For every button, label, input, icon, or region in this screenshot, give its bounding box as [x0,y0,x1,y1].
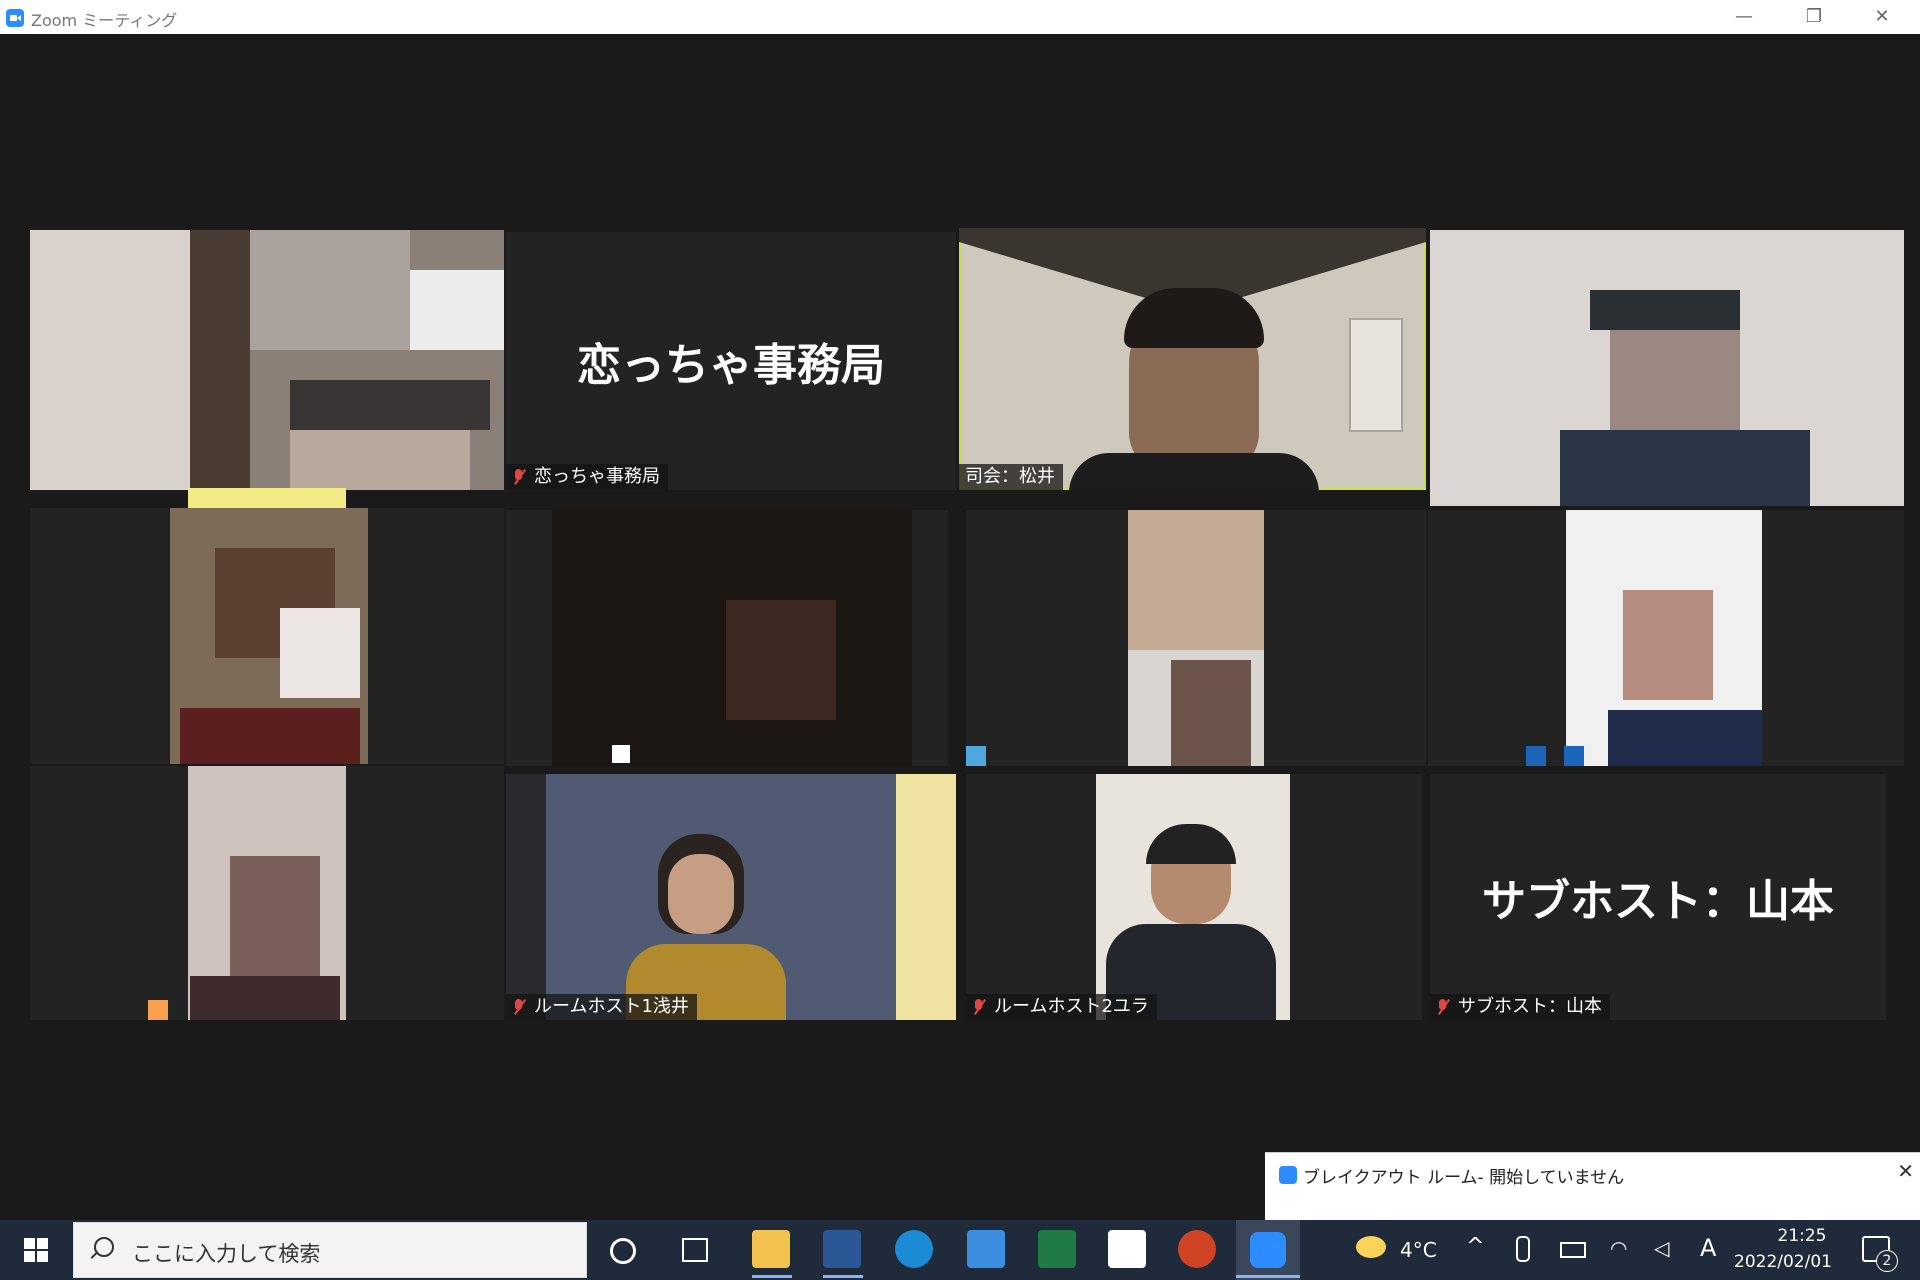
video-tile-9[interactable] [30,766,504,1020]
window-title: Zoom ミーティング [31,11,178,30]
close-icon[interactable]: ✕ [1897,1159,1914,1183]
chevron-up-icon[interactable]: ^ [1466,1234,1484,1259]
file-explorer-icon[interactable] [752,1230,790,1268]
video-gallery: 恋っちゃ事務局 恋っちゃ事務局 司会：松井 ルームホスト1浅井 ルームホスト2ユ… [0,34,1920,1220]
muted-mic-icon [972,998,986,1016]
speaker-icon[interactable]: ◁ [1654,1236,1669,1260]
zoom-app-icon [6,9,24,27]
zoom-app-icon [1279,1166,1297,1184]
breakout-rooms-panel[interactable]: ブレイクアウト ルーム- 開始していません ✕ [1265,1152,1920,1223]
task-view-icon[interactable] [682,1238,708,1262]
mail-icon[interactable] [967,1230,1005,1268]
microphone-icon[interactable] [1516,1236,1530,1262]
weather-temperature[interactable]: 4°C [1400,1238,1437,1262]
video-tile-12[interactable]: サブホスト：山本 サブホスト：山本 [1430,774,1886,1020]
participant-name-label: 司会：松井 [959,464,1063,490]
windows-taskbar: ここに入力して検索 4°C ^ ◠ ◁ A 21:25 2022/02/01 2 [0,1220,1920,1280]
video-tile-3-active-speaker[interactable]: 司会：松井 [959,228,1426,490]
video-tile-10[interactable]: ルームホスト1浅井 [506,774,956,1020]
participant-display-name: 恋っちゃ事務局 [577,340,885,391]
participant-name-label: ルームホスト1浅井 [506,994,697,1020]
excel-icon[interactable] [1038,1230,1076,1268]
cortana-icon[interactable] [610,1238,636,1264]
participant-name-label: 恋っちゃ事務局 [506,464,668,490]
breakout-panel-title: ブレイクアウト ルーム- 開始していません [1303,1168,1625,1188]
search-placeholder: ここに入力して検索 [132,1242,321,1266]
close-button[interactable]: ✕ [1852,0,1912,34]
video-tile-7[interactable] [966,510,1426,766]
video-tile-6[interactable] [506,510,948,766]
participant-name-label: サブホスト：山本 [1430,994,1610,1020]
window-titlebar: Zoom ミーティング — ❐ ✕ [0,0,1920,34]
video-tile-1[interactable] [30,230,504,490]
taskbar-search-box[interactable]: ここに入力して検索 [73,1222,587,1278]
clock-date[interactable]: 2022/02/01 [1734,1252,1832,1272]
store-icon[interactable] [1108,1230,1146,1268]
weather-icon[interactable] [1356,1236,1386,1258]
battery-icon[interactable] [1560,1242,1586,1258]
clock-time[interactable]: 21:25 [1760,1226,1844,1246]
video-tile-4[interactable] [1430,230,1904,506]
speaking-indicator [188,488,346,508]
participant-name-label: ルームホスト2ユラ [966,994,1157,1020]
edge-icon[interactable] [895,1230,933,1268]
participant-display-name: サブホスト：山本 [1482,876,1834,927]
video-tile-11[interactable]: ルームホスト2ユラ [966,774,1422,1020]
restore-button[interactable]: ❐ [1784,0,1844,34]
muted-mic-icon [1436,998,1450,1016]
zoom-taskbar-button[interactable] [1236,1220,1300,1280]
video-tile-2[interactable]: 恋っちゃ事務局 恋っちゃ事務局 [506,232,956,490]
search-icon [94,1237,114,1257]
start-button[interactable] [24,1238,48,1262]
video-tile-8[interactable] [1428,510,1904,766]
minimize-button[interactable]: — [1714,0,1774,34]
notification-count-badge: 2 [1876,1250,1898,1272]
muted-mic-icon [512,998,526,1016]
muted-mic-icon [512,468,526,486]
wifi-icon[interactable]: ◠ [1610,1236,1627,1260]
video-tile-5[interactable] [30,508,504,764]
word-icon[interactable] [823,1230,861,1268]
ime-indicator[interactable]: A [1700,1234,1716,1262]
powerpoint-icon[interactable] [1178,1230,1216,1268]
zoom-icon [1250,1232,1286,1268]
